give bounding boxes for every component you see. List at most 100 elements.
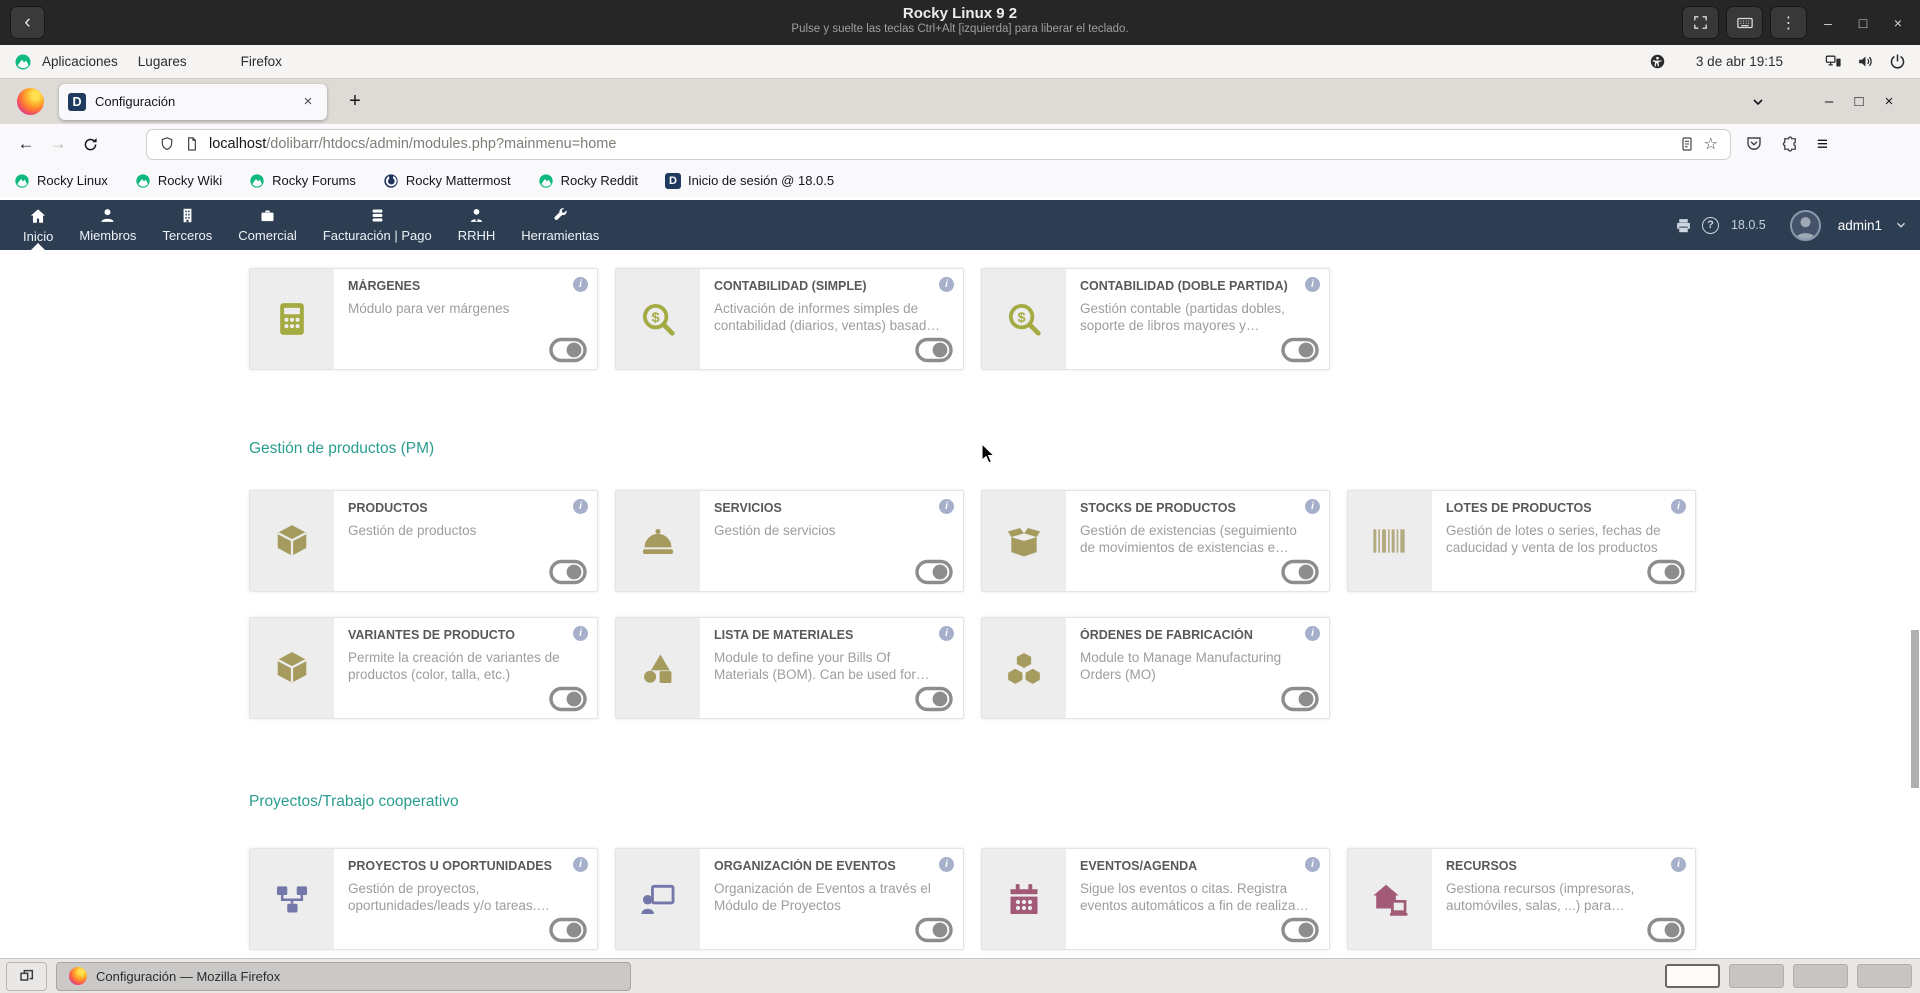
bookmark-rocky-wiki[interactable]: Rocky Wiki <box>135 173 222 189</box>
module-card-bom[interactable]: LISTA DE MATERIALES Module to define you… <box>615 617 964 719</box>
workspace-4[interactable] <box>1857 964 1912 988</box>
module-card-variantes[interactable]: VARIANTES DE PRODUCTO Permite la creació… <box>249 617 598 719</box>
module-toggle-off[interactable] <box>915 336 953 364</box>
module-toggle-off[interactable] <box>549 916 587 944</box>
gnome-menu-places[interactable]: Lugares <box>128 54 197 69</box>
user-menu[interactable]: admin1 <box>1838 218 1882 233</box>
module-toggle-off[interactable] <box>1281 558 1319 586</box>
gnome-active-app[interactable]: Firefox <box>231 54 292 69</box>
info-icon[interactable]: i <box>939 626 954 641</box>
module-toggle-off[interactable] <box>1647 558 1685 586</box>
module-card-productos[interactable]: PRODUCTOS Gestión de productos i <box>249 490 598 592</box>
menu-item-inicio[interactable]: Inicio <box>10 200 66 250</box>
info-icon[interactable]: i <box>573 857 588 872</box>
info-icon[interactable]: i <box>573 626 588 641</box>
vm-back-button[interactable]: ‹ <box>10 6 45 39</box>
browser-tab[interactable]: D Configuración × <box>59 84 327 120</box>
bookmark-rocky-reddit[interactable]: Rocky Reddit <box>538 173 638 189</box>
menu-item-terceros[interactable]: Terceros <box>149 200 225 250</box>
info-icon[interactable]: i <box>1305 626 1320 641</box>
chevron-down-icon[interactable] <box>1894 218 1908 232</box>
module-card-recursos[interactable]: RECURSOS Gestiona recursos (impresoras, … <box>1347 848 1696 950</box>
bookmark-dolibarr-login[interactable]: DInicio de sesión @ 18.0.5 <box>665 173 834 189</box>
window-list-button[interactable] <box>6 962 47 991</box>
bookmark-rocky-linux[interactable]: Rocky Linux <box>14 173 108 189</box>
menu-item-herramientas[interactable]: Herramientas <box>508 200 612 250</box>
module-toggle-off[interactable] <box>1281 336 1319 364</box>
vm-keyboard-button[interactable] <box>1726 6 1763 39</box>
menu-item-miembros[interactable]: Miembros <box>66 200 149 250</box>
firefox-logo-icon[interactable] <box>17 88 44 115</box>
volume-icon[interactable] <box>1857 53 1874 70</box>
info-icon[interactable]: i <box>1305 857 1320 872</box>
workspace-1[interactable] <box>1665 964 1720 988</box>
info-icon[interactable]: i <box>1305 499 1320 514</box>
shield-icon[interactable] <box>159 136 175 152</box>
module-card-stocks[interactable]: STOCKS DE PRODUCTOS Gestión de existenci… <box>981 490 1330 592</box>
info-icon[interactable]: i <box>1671 857 1686 872</box>
browser-back-button[interactable]: ← <box>10 128 42 160</box>
info-icon[interactable]: i <box>939 857 954 872</box>
module-card-mo[interactable]: ÓRDENES DE FABRICACIÓN Module to Manage … <box>981 617 1330 719</box>
module-card-contabilidad-simple[interactable]: CONTABILIDAD (SIMPLE) Activación de info… <box>615 268 964 370</box>
tab-close-icon[interactable]: × <box>298 93 318 110</box>
window-close-button[interactable]: × <box>1874 93 1904 110</box>
vm-minimize-button[interactable]: – <box>1814 6 1842 39</box>
menu-item-rrhh[interactable]: RRHH <box>445 200 509 250</box>
module-toggle-off[interactable] <box>1281 685 1319 713</box>
module-toggle-off[interactable] <box>915 685 953 713</box>
module-toggle-off[interactable] <box>549 558 587 586</box>
info-icon[interactable]: i <box>939 277 954 292</box>
module-card-margenes[interactable]: MÁRGENES Módulo para ver márgenes i <box>249 268 598 370</box>
info-icon[interactable]: i <box>1305 277 1320 292</box>
new-tab-button[interactable]: + <box>341 90 369 113</box>
reader-view-icon[interactable] <box>1679 136 1695 152</box>
help-icon[interactable]: ? <box>1702 217 1719 234</box>
menu-item-comercial[interactable]: Comercial <box>225 200 310 250</box>
module-card-contabilidad-doble[interactable]: CONTABILIDAD (DOBLE PARTIDA) Gestión con… <box>981 268 1330 370</box>
print-icon[interactable] <box>1675 217 1692 234</box>
module-toggle-off[interactable] <box>915 916 953 944</box>
info-icon[interactable]: i <box>573 499 588 514</box>
vm-maximize-button[interactable]: □ <box>1849 6 1877 39</box>
gnome-clock[interactable]: 3 de abr 19:15 <box>1696 54 1783 69</box>
workspace-3[interactable] <box>1793 964 1848 988</box>
workspace-2[interactable] <box>1729 964 1784 988</box>
power-icon[interactable] <box>1889 53 1906 70</box>
app-menu-icon[interactable]: ≡ <box>1817 135 1828 154</box>
reload-icon[interactable] <box>74 128 106 160</box>
scrollbar[interactable] <box>1911 630 1919 788</box>
page-info-icon[interactable] <box>184 136 200 152</box>
module-toggle-off[interactable] <box>1281 916 1319 944</box>
info-icon[interactable]: i <box>939 499 954 514</box>
window-restore-button[interactable]: □ <box>1844 93 1874 110</box>
module-card-lotes[interactable]: LOTES DE PRODUCTOS Gestión de lotes o se… <box>1347 490 1696 592</box>
info-icon[interactable]: i <box>1671 499 1686 514</box>
avatar[interactable] <box>1790 210 1821 241</box>
vm-menu-button[interactable]: ⋮ <box>1770 6 1807 39</box>
menu-item-facturacion[interactable]: Facturación | Pago <box>310 200 445 250</box>
url-input[interactable]: localhost /dolibarr/htdocs/admin/modules… <box>146 129 1731 160</box>
list-tabs-icon[interactable] <box>1750 94 1766 110</box>
module-card-servicios[interactable]: SERVICIOS Gestión de servicios i <box>615 490 964 592</box>
module-toggle-off[interactable] <box>915 558 953 586</box>
taskbar-window-firefox[interactable]: Configuración — Mozilla Firefox <box>56 962 631 991</box>
pocket-icon[interactable] <box>1745 135 1763 153</box>
extensions-puzzle-icon[interactable] <box>1781 135 1799 153</box>
module-toggle-off[interactable] <box>549 685 587 713</box>
module-card-eventos-org[interactable]: ORGANIZACIÓN DE EVENTOS Organización de … <box>615 848 964 950</box>
module-toggle-off[interactable] <box>1647 916 1685 944</box>
module-card-agenda[interactable]: EVENTOS/AGENDA Sigue los eventos o citas… <box>981 848 1330 950</box>
network-icon[interactable] <box>1825 53 1842 70</box>
module-toggle-off[interactable] <box>549 336 587 364</box>
bookmark-star-icon[interactable]: ☆ <box>1704 134 1718 154</box>
info-icon[interactable]: i <box>573 277 588 292</box>
bookmark-rocky-mattermost[interactable]: Rocky Mattermost <box>383 173 511 189</box>
bookmark-rocky-forums[interactable]: Rocky Forums <box>249 173 356 189</box>
accessibility-icon[interactable] <box>1649 53 1666 70</box>
module-card-proyectos[interactable]: PROYECTOS U OPORTUNIDADES Gestión de pro… <box>249 848 598 950</box>
gnome-menu-applications[interactable]: Aplicaciones <box>32 54 128 69</box>
vm-fullscreen-button[interactable] <box>1682 6 1719 39</box>
window-minimize-button[interactable]: – <box>1814 93 1844 110</box>
vm-close-button[interactable]: × <box>1884 6 1912 39</box>
